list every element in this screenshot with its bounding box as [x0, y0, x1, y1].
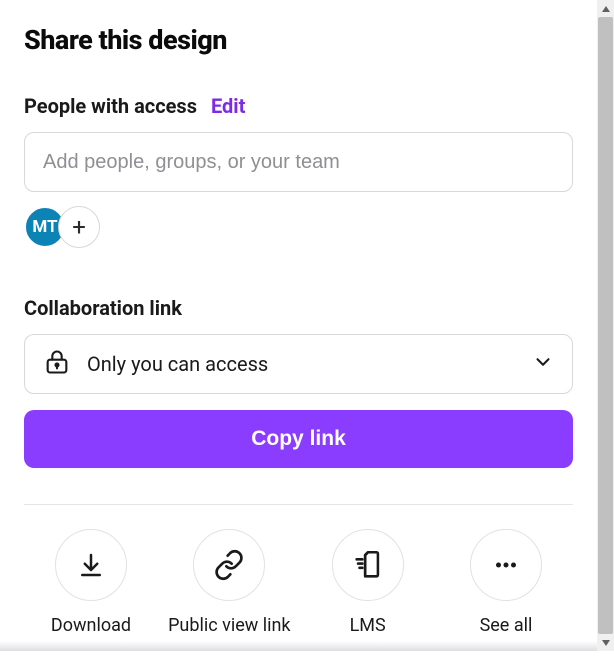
public-view-label: Public view link [168, 615, 290, 637]
download-label: Download [51, 615, 131, 637]
edit-access-link[interactable]: Edit [211, 94, 245, 118]
download-action[interactable]: Download [26, 529, 156, 637]
lms-action[interactable]: LMS [303, 529, 433, 637]
scroll-thumb[interactable] [598, 17, 613, 634]
chevron-down-icon [532, 351, 554, 377]
lms-label: LMS [350, 615, 386, 637]
access-level-dropdown[interactable]: Only you can access [24, 334, 573, 394]
scroll-up-arrow[interactable] [597, 0, 614, 17]
lms-icon [332, 529, 404, 601]
public-view-action[interactable]: Public view link [164, 529, 294, 637]
link-icon [193, 529, 265, 601]
actions-row: Download Public view link [24, 529, 573, 637]
people-access-row: People with access Edit [24, 94, 573, 118]
lock-icon [43, 348, 71, 380]
scrollbar[interactable] [597, 0, 614, 651]
download-icon [55, 529, 127, 601]
more-icon [470, 529, 542, 601]
copy-link-button[interactable]: Copy link [24, 410, 573, 468]
share-panel: Share this design People with access Edi… [0, 0, 597, 661]
scroll-down-arrow[interactable] [597, 634, 614, 651]
add-people-input[interactable] [24, 132, 573, 192]
access-level-text: Only you can access [87, 352, 516, 376]
add-person-button[interactable]: + [58, 206, 100, 248]
see-all-label: See all [480, 615, 533, 637]
dialog-title: Share this design [24, 24, 573, 56]
collab-link-label: Collaboration link [24, 296, 573, 320]
see-all-action[interactable]: See all [441, 529, 571, 637]
avatar-row: MT + [24, 206, 573, 248]
divider [24, 504, 573, 505]
people-access-label: People with access [24, 94, 197, 118]
